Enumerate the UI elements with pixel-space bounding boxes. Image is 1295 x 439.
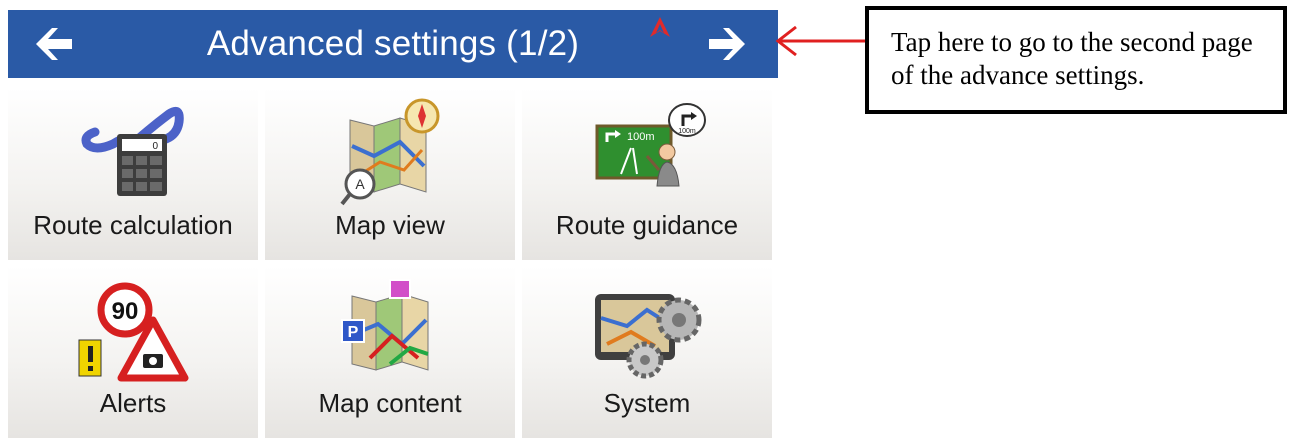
annotation-callout: Tap here to go to the second page of the… — [865, 6, 1287, 114]
tile-map-content[interactable]: P Map content — [265, 266, 515, 438]
tile-map-view[interactable]: A Map view — [265, 88, 515, 260]
map-view-icon: A — [340, 98, 440, 206]
tile-label: System — [603, 388, 691, 418]
route-guidance-icon: 100m 100m — [595, 103, 706, 187]
arrow-right-icon — [709, 28, 745, 60]
tile-system[interactable]: System — [522, 266, 772, 438]
callout-arrow — [775, 25, 865, 57]
svg-text:P: P — [348, 324, 359, 341]
svg-text:A: A — [355, 176, 365, 192]
back-button[interactable] — [28, 18, 80, 70]
tile-alerts[interactable]: 90 Alerts — [8, 266, 258, 438]
next-page-button[interactable] — [701, 18, 753, 70]
system-gears-icon — [595, 294, 702, 379]
tile-label: Map view — [335, 210, 445, 240]
svg-text:0: 0 — [152, 141, 158, 152]
arrow-left-icon — [36, 28, 72, 60]
tile-route-guidance[interactable]: 100m 100m Route guidance — [522, 88, 772, 260]
svg-text:100m: 100m — [627, 131, 655, 143]
tile-label: Route calculation — [33, 210, 233, 240]
tile-route-calculation[interactable]: 0 Route calculation — [8, 88, 258, 260]
svg-text:90: 90 — [112, 298, 139, 325]
map-content-icon: P — [341, 279, 429, 371]
speed-alert-icon: 90 — [78, 282, 189, 382]
tile-label: Alerts — [99, 388, 167, 418]
navigation-screen: Advanced settings (1/2) 0 Route calculat… — [8, 0, 778, 439]
svg-text:100m: 100m — [678, 128, 696, 135]
gps-warning-icon — [650, 17, 670, 37]
tile-label: Map content — [318, 388, 462, 418]
title-bar: Advanced settings (1/2) — [8, 10, 778, 78]
callout-text: Tap here to go to the second page of the… — [891, 27, 1253, 90]
route-calculator-icon: 0 — [81, 106, 184, 196]
tile-label: Route guidance — [555, 210, 739, 240]
